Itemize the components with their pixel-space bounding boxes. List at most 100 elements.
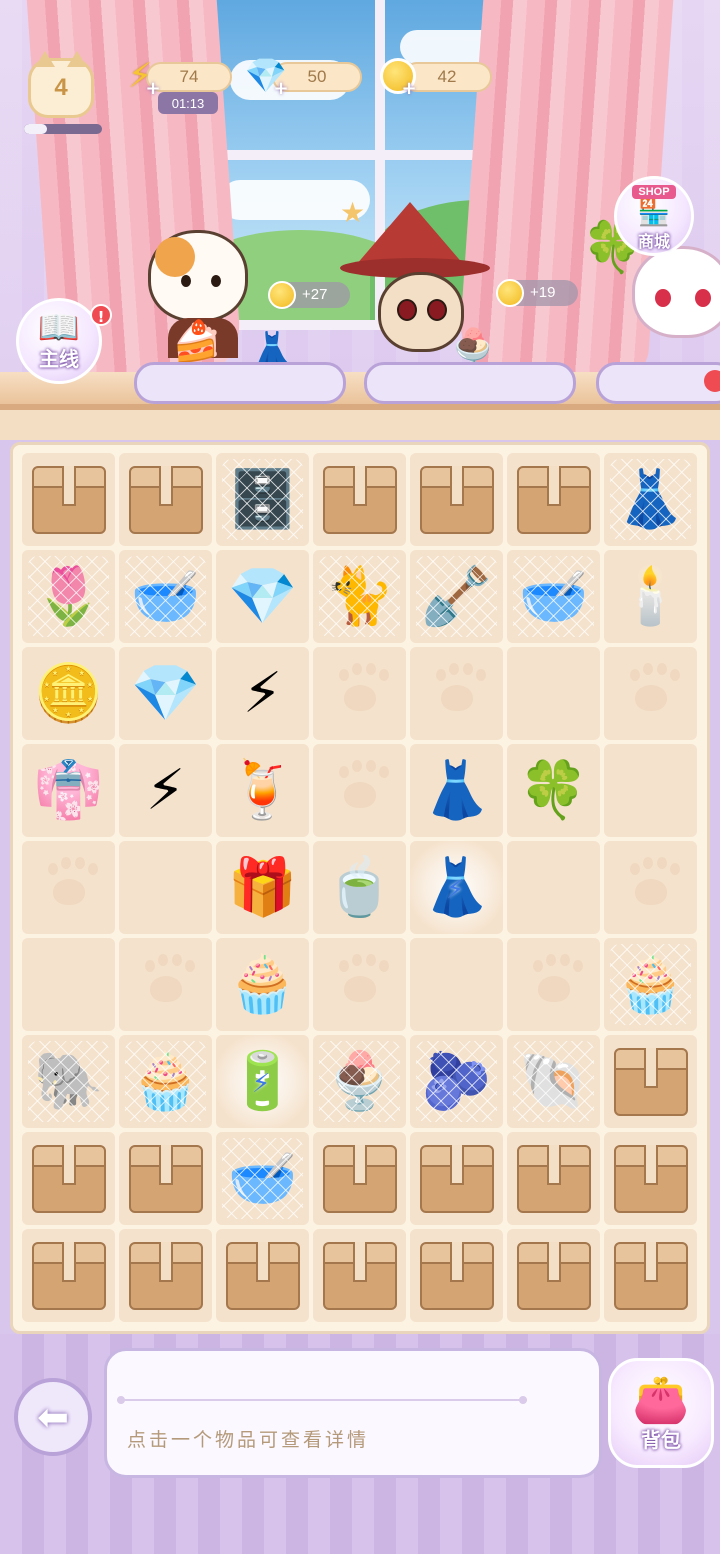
- shop-sign: SHOP: [632, 185, 676, 199]
- cardboard-box-icon: [322, 1144, 397, 1213]
- board-cell[interactable]: 👘: [22, 744, 115, 837]
- coin-icon: [496, 279, 524, 307]
- board-cell[interactable]: [119, 1132, 212, 1225]
- board-cell[interactable]: [507, 453, 600, 546]
- board-cell[interactable]: 🪏: [410, 550, 503, 643]
- board-cell[interactable]: [216, 1229, 309, 1322]
- board-cell[interactable]: [604, 1229, 697, 1322]
- board-cell[interactable]: [22, 453, 115, 546]
- cardboard-box-icon: [419, 465, 494, 534]
- pink-case-icon: 🎁: [227, 854, 298, 920]
- board-cell[interactable]: ⚡: [119, 744, 212, 837]
- board-cell[interactable]: 🫐: [410, 1035, 503, 1128]
- cardboard-box-icon: [613, 1241, 688, 1310]
- elephant-icon: 🐘: [33, 1048, 104, 1114]
- board-cell[interactable]: 🧁: [604, 938, 697, 1031]
- player-level: 4: [54, 74, 68, 101]
- board-cell[interactable]: 🍹: [216, 744, 309, 837]
- reward-amount: +27: [302, 286, 328, 303]
- calico-cat-face: [148, 230, 248, 322]
- energy-double-icon: ⚡: [242, 660, 283, 726]
- board-cell[interactable]: [22, 1229, 115, 1322]
- backpack-button[interactable]: 👛 背包: [608, 1358, 714, 1468]
- board-cell[interactable]: [410, 1229, 503, 1322]
- reward-amount: +19: [530, 284, 556, 301]
- energy-bolt-icon: ⚡: [252, 1069, 271, 1099]
- cart-icon: [704, 370, 720, 392]
- order-slot-3[interactable]: [596, 362, 720, 404]
- board-cell[interactable]: [410, 1132, 503, 1225]
- board-cell[interactable]: 🧁: [119, 1035, 212, 1128]
- board-cell[interactable]: 🐚: [507, 1035, 600, 1128]
- info-divider: [117, 1396, 527, 1404]
- board-cell: [22, 841, 115, 934]
- energy-value: 74: [179, 67, 199, 86]
- main-quest-button[interactable]: 📖 主线: [16, 298, 102, 384]
- player-level-badge[interactable]: 4: [28, 51, 94, 118]
- cardboard-box-icon: [128, 1144, 203, 1213]
- board-cell[interactable]: [604, 1132, 697, 1225]
- board-cell[interactable]: 🕯️: [604, 550, 697, 643]
- board-cell: [604, 647, 697, 740]
- customer-white-cat[interactable]: 🍀: [582, 218, 720, 372]
- cardboard-box-icon: [419, 1241, 494, 1310]
- board-cell[interactable]: 🐈: [313, 550, 406, 643]
- board-cell[interactable]: [313, 1229, 406, 1322]
- board-cell: [119, 841, 212, 934]
- board-cell[interactable]: [507, 1229, 600, 1322]
- purse-icon: 👛: [632, 1371, 690, 1426]
- board-cell[interactable]: [22, 1132, 115, 1225]
- board-cell[interactable]: 🍵: [313, 841, 406, 934]
- shop-label: 商城: [637, 232, 670, 251]
- arrow-left-icon: ⬅: [37, 1395, 69, 1439]
- board-cell[interactable]: [313, 1132, 406, 1225]
- cardboard-box-icon: [31, 1144, 106, 1213]
- order-slot-2[interactable]: [364, 362, 576, 404]
- counter-front: [0, 410, 720, 440]
- white-cat-face: [632, 246, 720, 338]
- board-cell[interactable]: 🎁: [216, 841, 309, 934]
- add-coins-button[interactable]: +: [400, 80, 418, 98]
- energy-bolt-icon: ⚡: [446, 875, 465, 905]
- order-slot-1[interactable]: [134, 362, 346, 404]
- board-cell: [507, 841, 600, 934]
- level-progress-fill: [24, 124, 48, 134]
- board-cell[interactable]: 💎: [216, 550, 309, 643]
- board-cell[interactable]: 🗄️: [216, 453, 309, 546]
- board-cell[interactable]: 💎: [119, 647, 212, 740]
- pink-gem-icon: 💎: [227, 563, 298, 629]
- board-cell[interactable]: [119, 453, 212, 546]
- board-cell[interactable]: 🍀: [507, 744, 600, 837]
- board-cell[interactable]: 🌷: [22, 550, 115, 643]
- board-cell[interactable]: [313, 453, 406, 546]
- board-cell[interactable]: 🥣: [216, 1132, 309, 1225]
- cardboard-box-icon: [613, 1144, 688, 1213]
- board-cell[interactable]: 🥣: [119, 550, 212, 643]
- board-cell[interactable]: [604, 1035, 697, 1128]
- star-icon: ★: [340, 196, 366, 229]
- board-cell: [410, 647, 503, 740]
- board-cell[interactable]: 🥣: [507, 550, 600, 643]
- board-cell[interactable]: [119, 1229, 212, 1322]
- board-cell[interactable]: 🪙: [22, 647, 115, 740]
- board-cell[interactable]: 👗 ⚡: [406, 837, 507, 938]
- backpack-label: 背包: [641, 1427, 681, 1452]
- board-cell: [507, 647, 600, 740]
- add-gems-button[interactable]: +: [272, 80, 290, 98]
- shop-button[interactable]: SHOP 🏪 商城: [614, 176, 694, 256]
- board-cell[interactable]: [507, 1132, 600, 1225]
- board-cell[interactable]: ⚡: [216, 647, 309, 740]
- board-cell[interactable]: 👗: [604, 453, 697, 546]
- item-info-text: 点击一个物品可查看详情: [127, 1429, 370, 1451]
- board-cell[interactable]: 👗: [410, 744, 503, 837]
- reward-bubble-2: +19: [496, 279, 578, 307]
- board-cell[interactable]: 🔋 ⚡: [212, 1031, 313, 1132]
- back-button[interactable]: ⬅: [14, 1378, 92, 1456]
- board-cell[interactable]: [410, 453, 503, 546]
- board-cell[interactable]: 🧁: [216, 938, 309, 1031]
- board-cell[interactable]: 🍨: [313, 1035, 406, 1128]
- board-cell: [313, 647, 406, 740]
- board-cell: [313, 744, 406, 837]
- board-cell[interactable]: 🐘: [22, 1035, 115, 1128]
- cardboard-box-icon: [322, 1241, 397, 1310]
